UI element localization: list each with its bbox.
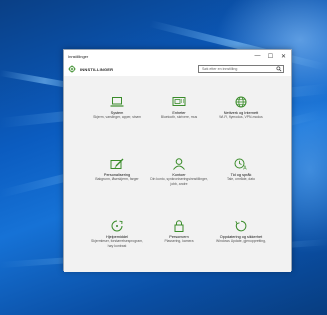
tile-desc: Skjerm, varslinger, apper, strøm bbox=[93, 115, 141, 120]
tile-devices[interactable]: Enheter Bluetooth, skrivere, mus bbox=[147, 96, 211, 154]
laptop-icon bbox=[110, 97, 124, 107]
time-language-icon: A bbox=[234, 158, 247, 171]
tile-desc: Din konto, synkroniseringsinnstillinger,… bbox=[150, 177, 208, 186]
maximize-button[interactable]: ☐ bbox=[265, 50, 276, 62]
tile-system[interactable]: System Skjerm, varslinger, apper, strøm bbox=[85, 96, 149, 154]
page-title: INNSTILLINGER bbox=[80, 67, 114, 72]
svg-text:A: A bbox=[243, 166, 247, 171]
close-button[interactable]: ✕ bbox=[278, 50, 289, 62]
settings-window: Innstillinger — ☐ ✕ INNSTILLINGER Søk et… bbox=[63, 49, 292, 272]
tile-desc: Tale, område, dato bbox=[226, 177, 256, 182]
globe-icon bbox=[235, 96, 247, 108]
tile-desc: Wi-Fi, flymodus, VPN-modus bbox=[219, 115, 263, 120]
tile-desc: Bluetooth, skrivere, mus bbox=[160, 115, 198, 120]
tile-accounts[interactable]: Kontoer Din konto, synkroniseringsinnsti… bbox=[147, 158, 211, 216]
search-input[interactable]: Søk etter en innstilling bbox=[202, 67, 237, 71]
minimize-button[interactable]: — bbox=[252, 50, 263, 62]
search-box[interactable]: Søk etter en innstilling bbox=[198, 65, 284, 73]
update-icon bbox=[235, 220, 247, 232]
tile-ease-of-access[interactable]: Hjelpemiddel Skjermleser, forstørrelsesp… bbox=[85, 220, 149, 278]
tile-privacy[interactable]: Personvern Plassering, kamera bbox=[147, 220, 211, 278]
window-title: Innstillinger bbox=[68, 54, 89, 59]
devices-icon bbox=[172, 97, 186, 106]
tile-update-security[interactable]: Oppdatering og sikkerhet Windows Update,… bbox=[209, 220, 273, 278]
settings-header: INNSTILLINGER Søk etter en innstilling bbox=[64, 62, 291, 76]
tile-desc: Plassering, kamera bbox=[164, 239, 194, 244]
tile-desc: Bakgrunn, låseskjerm, farger bbox=[95, 177, 139, 182]
title-bar[interactable]: Innstillinger — ☐ ✕ bbox=[64, 50, 291, 62]
paint-icon bbox=[110, 158, 124, 169]
tile-time-language[interactable]: A Tid og språk Tale, område, dato bbox=[209, 158, 273, 216]
accessibility-icon bbox=[111, 220, 123, 232]
gear-icon bbox=[68, 65, 76, 73]
tile-network[interactable]: Nettverk og Internett Wi-Fi, flymodus, V… bbox=[209, 96, 273, 154]
tile-personalization[interactable]: Personalisering Bakgrunn, låseskjerm, fa… bbox=[85, 158, 149, 216]
tile-desc: Windows Update, gjenoppretting, bbox=[216, 239, 266, 244]
person-icon bbox=[173, 158, 185, 170]
tile-desc: Skjermleser, forstørrelsesprogram, høy k… bbox=[90, 239, 143, 248]
settings-categories: System Skjerm, varslinger, apper, strøm … bbox=[64, 76, 291, 272]
search-icon[interactable] bbox=[276, 66, 282, 72]
lock-icon bbox=[174, 220, 184, 232]
